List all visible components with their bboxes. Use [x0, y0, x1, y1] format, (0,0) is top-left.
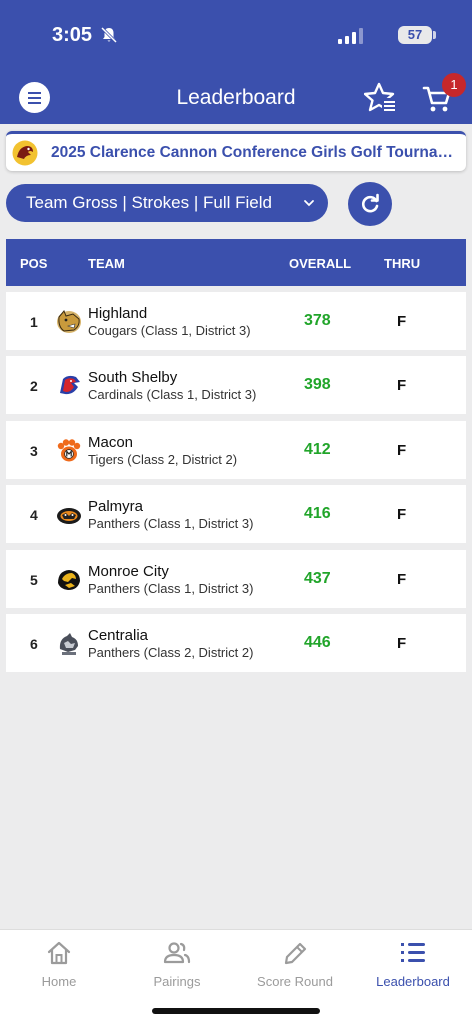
refresh-button[interactable]: [348, 182, 392, 226]
thru-status: F: [397, 570, 407, 588]
leaderboard-rows: 1 Highland Cougars (Class 1, District 3)…: [6, 292, 466, 678]
overall-score: 378: [304, 312, 331, 329]
bell-off-icon: [100, 26, 118, 44]
tournament-name: 2025 Clarence Cannon Conference Girls Go…: [51, 144, 459, 161]
status-time: 3:05: [52, 24, 93, 46]
thru-status: F: [397, 313, 407, 330]
row-position: 3: [30, 442, 38, 459]
leaderboard-row[interactable]: 1 Highland Cougars (Class 1, District 3)…: [6, 292, 466, 350]
tournament-logo-icon: [12, 140, 38, 166]
overall-score: 446: [304, 633, 331, 651]
team-name: Palmyra: [88, 498, 144, 516]
row-position: 6: [30, 635, 38, 652]
tiger-paw-logo-icon: [57, 439, 81, 462]
team-details: Cougars (Class 1, District 3): [88, 323, 251, 338]
tab-leaderboard[interactable]: Leaderboard: [354, 930, 472, 1000]
panther-logo-icon: [57, 508, 81, 525]
row-position: 4: [30, 507, 38, 524]
leaderboard-row[interactable]: 3 Macon Tigers (Class 2, District 2) 412…: [6, 420, 466, 479]
thru-status: F: [397, 377, 407, 395]
tournament-selector[interactable]: 2025 Clarence Cannon Conference Girls Go…: [6, 131, 466, 171]
overall-score: 412: [304, 440, 331, 458]
team-name: Highland: [88, 305, 148, 322]
page-title: Leaderboard: [176, 86, 296, 109]
battery-indicator: 57: [398, 26, 432, 44]
tab-label: Leaderboard: [376, 974, 450, 989]
panther-logo-icon: [59, 632, 78, 655]
leaderboard-icon: [401, 943, 425, 962]
tab-label: Score Round: [257, 974, 333, 989]
team-details: Panthers (Class 1, District 3): [88, 580, 254, 596]
favorites-list-icon[interactable]: [364, 82, 398, 114]
chevron-down-icon: [304, 200, 314, 207]
tab-label: Home: [41, 974, 77, 989]
leaderboard-row[interactable]: 6 Centralia Panthers (Class 2, District …: [6, 613, 466, 672]
home-icon: [47, 941, 71, 965]
team-details: Panthers (Class 1, District 3): [88, 516, 254, 532]
overall-score: 416: [304, 505, 331, 523]
tab-label: Pairings: [153, 974, 201, 989]
team-name: South Shelby: [88, 369, 178, 387]
cardinal-logo-icon: [60, 376, 80, 395]
tab-score-round[interactable]: Score Round: [236, 930, 354, 1000]
column-pos: POS: [20, 256, 48, 271]
team-details: Tigers (Class 2, District 2): [88, 451, 238, 467]
cougar-logo-icon: [57, 310, 81, 333]
team-name: Monroe City: [88, 562, 169, 580]
pencil-icon: [284, 942, 307, 965]
overall-score: 437: [304, 569, 331, 587]
overall-score: 398: [304, 376, 331, 394]
thru-status: F: [397, 634, 407, 652]
tab-pairings[interactable]: Pairings: [118, 930, 236, 1000]
team-name: Macon: [88, 433, 134, 451]
column-overall: OVERALL: [289, 256, 352, 271]
row-position: 1: [30, 314, 38, 330]
refresh-icon: [361, 193, 379, 213]
thru-status: F: [397, 441, 407, 459]
row-position: 5: [30, 571, 38, 588]
leaderboard-header: POS TEAM OVERALL THRU: [6, 239, 466, 286]
leaderboard-filter-dropdown[interactable]: Team Gross | Strokes | Full Field: [6, 184, 328, 222]
team-details: Cardinals (Class 1, District 3): [88, 387, 257, 403]
tab-home[interactable]: Home: [0, 930, 118, 1000]
filter-label: Team Gross | Strokes | Full Field: [26, 193, 272, 212]
thru-status: F: [397, 506, 407, 524]
leaderboard-row[interactable]: 2 South Shelby Cardinals (Class 1, Distr…: [6, 356, 466, 415]
team-details: Panthers (Class 2, District 2): [88, 644, 254, 660]
signal-icon: [338, 28, 363, 44]
column-team: TEAM: [88, 256, 125, 271]
leaderboard-row[interactable]: 4 Palmyra Panthers (Class 1, District 3)…: [6, 485, 466, 544]
battery-tip: [433, 31, 436, 39]
leaderboard-row[interactable]: 5 Monroe City Panthers (Class 1, Distric…: [6, 549, 466, 608]
row-position: 2: [30, 378, 38, 395]
pairings-icon: [163, 942, 191, 964]
column-thru: THRU: [384, 256, 421, 271]
team-name: Centralia: [88, 626, 149, 644]
app-header: 3:05 57 Leaderboard 1: [0, 0, 472, 124]
panther-logo-icon: [58, 569, 80, 590]
home-indicator: [152, 1008, 320, 1014]
cart-count-badge: 1: [442, 73, 466, 97]
